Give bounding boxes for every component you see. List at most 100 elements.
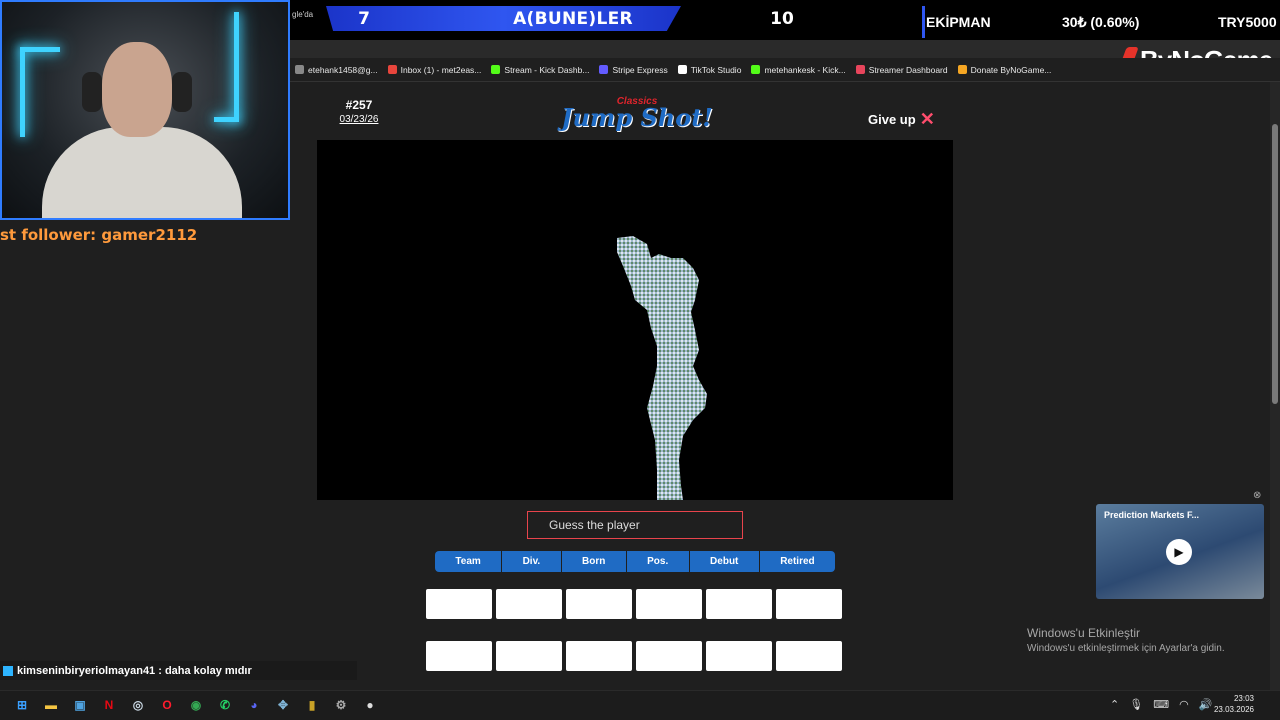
guess-cell [566,641,632,671]
discord-icon[interactable]: ◕ [244,695,264,715]
team-name: A(BUNE)LER [513,9,633,29]
guess-cell [776,641,842,671]
guess-cell [636,589,702,619]
guess-cell [706,641,772,671]
bookmark-item[interactable]: Stripe Express [594,65,672,75]
neon-light-right [234,12,239,122]
taskbar-clock[interactable]: 23:03 23.03.2026 [1210,693,1254,715]
guess-cell [636,641,702,671]
neon-light-left-top [20,47,60,52]
steam-icon[interactable]: ◎ [128,695,148,715]
bookmark-item[interactable]: Donate ByNoGame... [953,65,1057,75]
guess-cell [426,589,492,619]
bookmark-label: Stripe Express [612,64,668,75]
streamer-head [102,42,172,137]
kick-icon [491,65,501,74]
clock-time: 23:03 [1233,694,1254,703]
keyboard-icon[interactable]: ⌨ [1153,698,1169,711]
guess-cell [426,641,492,671]
settings-icon[interactable]: ⚙ [331,695,351,715]
activation-watermark-subtitle: Windows'u etkinleştirmek için Ayarlar'a … [1027,643,1225,654]
bookmark-item[interactable]: Stream - Kick Dashb... [486,65,594,75]
dashboard-icon [855,65,865,74]
logo-title: Jump Shot! [561,103,713,132]
bookmark-label: Inbox (1) - met2eas... [400,64,482,75]
give-up-label: Give up [868,111,916,127]
category-team[interactable]: Team [435,551,502,572]
microphone-icon[interactable]: 🎙 [1129,698,1143,711]
chevron-up-icon[interactable]: ⌃ [1110,698,1119,711]
guess-cell [776,589,842,619]
windows-taskbar: ⊞ ▬ ▣ N ◎ O ◉ ✆ ◕ ✥ ▮ ⚙ ● ⌃ 🎙 ⌨ ◠ 🔊 [0,690,1280,720]
bookmark-item[interactable]: Streamer Dashboard [851,65,953,75]
streamer-body [42,127,242,218]
equipment-label: EKİPMAN [926,14,991,30]
headphone-right [172,72,192,112]
bookmark-label: Stream - Kick Dashb... [504,64,590,75]
kick-icon [751,65,761,74]
player-silhouette [617,236,707,500]
score-left: 7 [358,9,370,29]
category-born[interactable]: Born [561,551,626,572]
bookmark-label: TikTok Studio [690,64,742,75]
windows-start-icon[interactable]: ⊞ [12,695,32,715]
clock-date: 23.03.2026 [1213,705,1254,714]
bookmark-label: etehank1458@g... [308,64,378,75]
category-debut[interactable]: Debut [689,551,759,572]
category-retired[interactable]: Retired [759,551,836,572]
donate-icon [957,65,967,74]
wifi-icon[interactable]: ◠ [1179,698,1189,711]
netflix-icon[interactable]: N [99,695,119,715]
puzzle-date-link[interactable]: 03/23/26 [337,114,381,125]
ad-close-icon[interactable]: ⊗ [1253,490,1261,501]
equipment-goal: TRY5000 [1218,14,1277,30]
opera-icon[interactable]: O [157,695,177,715]
bookmark-item[interactable]: etehank1458@g... [290,65,383,75]
bookmarks-bar: etehank1458@g... Inbox (1) - met2eas... St… [290,58,1280,82]
obs-icon[interactable]: ● [360,695,380,715]
video-ad[interactable]: Prediction Markets F... ▶ [1096,504,1264,599]
chrome-icon[interactable]: ◉ [186,695,206,715]
headphone-left [82,72,102,112]
bookmark-item[interactable]: Inbox (1) - met2eas... [383,65,487,75]
scrollbar-thumb[interactable] [1272,124,1278,404]
store-icon[interactable]: ▣ [70,695,90,715]
close-x-icon: ✕ [919,109,935,129]
gmail-icon [387,65,397,74]
chat-message: kimseninbiryeriolmayan41 : daha kolay mı… [0,661,357,680]
game-app-icon[interactable]: ▮ [302,695,322,715]
category-position[interactable]: Pos. [626,551,689,572]
chat-message-text: kimseninbiryeriolmayan41 : daha kolay mı… [17,664,252,677]
bookmark-item[interactable]: TikTok Studio [673,65,747,75]
silhouette-svg [617,236,707,500]
browser-tab-snippet: gle'da [292,10,314,19]
last-follower-text: st follower: gamer2112 [0,226,198,244]
guess-cell [496,589,562,619]
file-explorer-icon[interactable]: ▬ [41,695,61,715]
guess-cell [706,589,772,619]
equipment-price: 30₺ (0.60%) [1062,14,1140,30]
bookmark-label: metehankesk - Kick... [764,64,846,75]
whatsapp-icon[interactable]: ✆ [215,695,235,715]
jump-shot-logo[interactable]: Classics Jump Shot! [552,96,722,132]
bookmark-label: Donate ByNoGame... [970,64,1052,75]
category-division[interactable]: Div. [502,551,561,572]
webcam-feed [0,0,290,220]
guess-cell [496,641,562,671]
guess-player-input[interactable] [527,511,743,539]
tiktok-icon [677,65,687,74]
category-header: Team Div. Born Pos. Debut Retired [435,551,836,572]
player-silhouette-canvas [317,140,953,500]
chat-badge-icon [3,665,13,676]
give-up-button[interactable]: Give up ✕ [868,110,935,128]
neon-light-right-curve [214,117,239,122]
activation-watermark-title: Windows'u Etkinleştir [1027,626,1140,640]
bookmark-label: Streamer Dashboard [868,64,948,75]
play-icon[interactable]: ▶ [1166,539,1192,565]
stripe-icon [599,65,609,74]
guess-row [426,589,846,619]
puzzle-number: #257 [345,98,373,112]
network-app-icon[interactable]: ✥ [273,695,293,715]
bookmark-item[interactable]: metehankesk - Kick... [746,65,850,75]
mail-icon [295,65,304,74]
